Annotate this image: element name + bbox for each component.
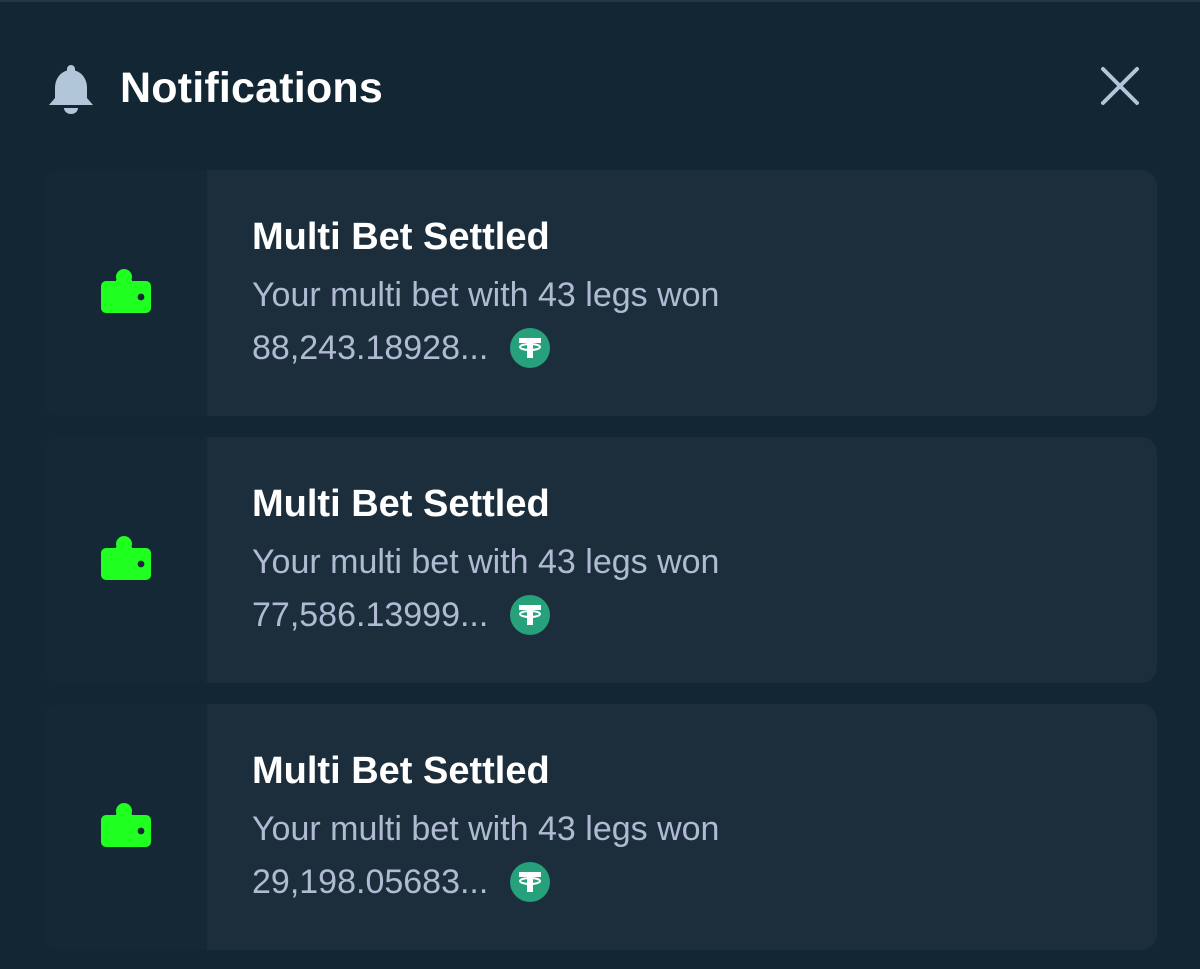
bell-icon: [44, 60, 98, 116]
notifications-panel: Notifications Multi Bet Settled Your mul…: [0, 0, 1200, 969]
close-icon: [1100, 66, 1140, 111]
notification-icon-area: [44, 704, 207, 950]
notification-content: Multi Bet Settled Your multi bet with 43…: [207, 437, 1157, 683]
tether-icon: [510, 862, 551, 902]
notification-title: Multi Bet Settled: [252, 216, 550, 258]
notification-item[interactable]: Multi Bet Settled Your multi bet with 43…: [44, 437, 1157, 683]
notification-icon-area: [44, 437, 207, 683]
wallet-icon: [99, 267, 153, 320]
notification-title: Multi Bet Settled: [252, 750, 550, 792]
notification-message: Your multi bet with 43 legs won: [252, 543, 720, 581]
amount-row: 88,243.18928...: [252, 327, 1157, 369]
notification-message: Your multi bet with 43 legs won: [252, 810, 720, 848]
tether-icon: [510, 328, 551, 368]
notification-item[interactable]: Multi Bet Settled Your multi bet with 43…: [44, 704, 1157, 950]
notification-icon-area: [44, 170, 207, 416]
won-amount: 88,243.18928...: [252, 329, 489, 367]
panel-header: Notifications: [44, 60, 383, 116]
notification-title: Multi Bet Settled: [252, 483, 550, 525]
page-title: Notifications: [120, 63, 383, 112]
wallet-icon: [99, 534, 153, 587]
amount-row: 29,198.05683...: [252, 861, 1157, 903]
notification-message: Your multi bet with 43 legs won: [252, 276, 720, 314]
notification-content: Multi Bet Settled Your multi bet with 43…: [207, 704, 1157, 950]
close-button[interactable]: [1098, 66, 1142, 110]
tether-icon: [510, 595, 551, 635]
won-amount: 77,586.13999...: [252, 596, 489, 634]
notification-item[interactable]: Multi Bet Settled Your multi bet with 43…: [44, 170, 1157, 416]
notification-content: Multi Bet Settled Your multi bet with 43…: [207, 170, 1157, 416]
notification-list: Multi Bet Settled Your multi bet with 43…: [44, 170, 1157, 969]
wallet-icon: [99, 801, 153, 854]
amount-row: 77,586.13999...: [252, 594, 1157, 636]
won-amount: 29,198.05683...: [252, 863, 489, 901]
